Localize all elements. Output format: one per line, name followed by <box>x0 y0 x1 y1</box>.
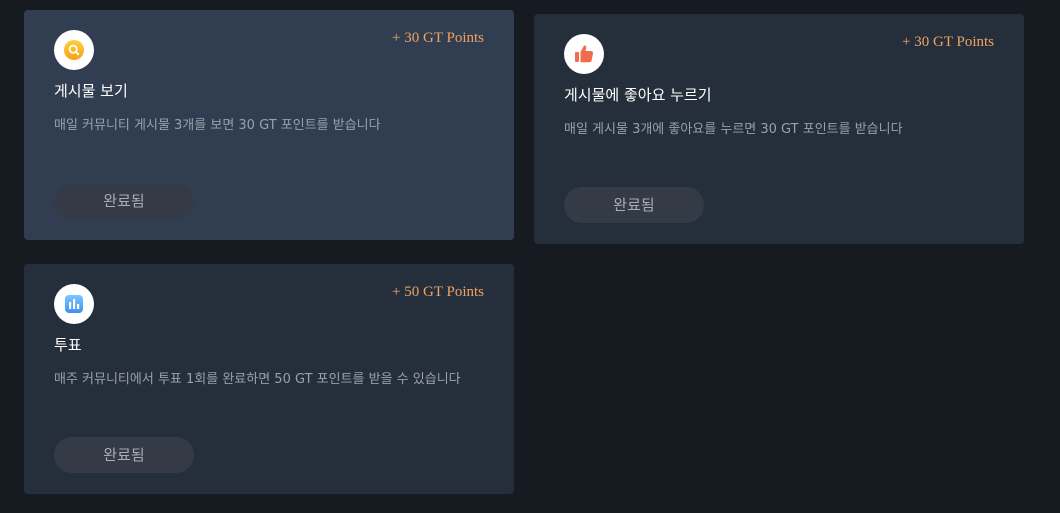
points-reward: + 30 GT Points <box>392 30 484 46</box>
task-title: 게시물에 좋아요 누르기 <box>564 86 712 104</box>
points-reward: + 50 GT Points <box>392 284 484 300</box>
task-description: 매주 커뮤니티에서 투표 1회를 완료하면 50 GT 포인트를 받을 수 있습… <box>54 372 461 387</box>
task-card-like-posts: + 30 GT Points 게시물에 좋아요 누르기 매일 게시물 3개에 좋… <box>534 14 1024 244</box>
magnifier-icon <box>54 30 94 70</box>
task-card-vote: + 50 GT Points 투표 매주 커뮤니티에서 투표 1회를 완료하면 … <box>24 264 514 494</box>
task-card-view-posts: + 30 GT Points 게시물 보기 매일 커뮤니티 게시물 3개를 보면… <box>24 10 514 240</box>
task-title: 게시물 보기 <box>54 82 128 100</box>
task-title: 투표 <box>54 336 82 354</box>
task-description: 매일 게시물 3개에 좋아요를 누르면 30 GT 포인트를 받습니다 <box>564 122 903 137</box>
completed-button[interactable]: 완료됨 <box>54 183 194 219</box>
points-reward: + 30 GT Points <box>902 34 994 50</box>
task-description: 매일 커뮤니티 게시물 3개를 보면 30 GT 포인트를 받습니다 <box>54 118 381 133</box>
completed-button[interactable]: 완료됨 <box>54 437 194 473</box>
bar-chart-icon <box>54 284 94 324</box>
completed-button[interactable]: 완료됨 <box>564 187 704 223</box>
thumbs-up-icon <box>564 34 604 74</box>
